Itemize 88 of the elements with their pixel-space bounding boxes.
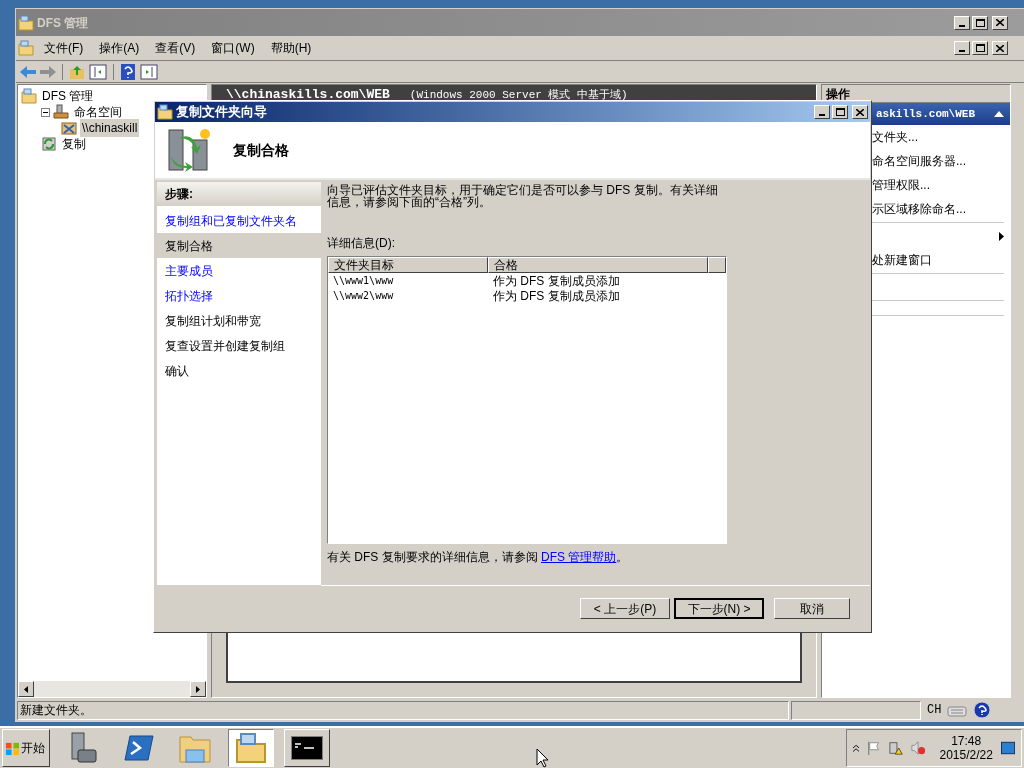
step-item: 复制组计划和带宽 — [164, 312, 262, 330]
actions-section-title: askills.com\WEB — [876, 106, 977, 122]
maximize-button[interactable] — [972, 41, 988, 55]
action-item[interactable]: 文件夹... — [872, 128, 918, 146]
wizard-button[interactable]: 下一步(N) > — [674, 598, 764, 619]
close-button[interactable] — [992, 15, 1008, 30]
action-pane-icon[interactable] — [140, 62, 158, 81]
menu-item[interactable]: 窗口(W) — [205, 39, 261, 57]
maximize-button[interactable] — [972, 15, 988, 30]
app-icon — [18, 40, 34, 56]
minimize-button[interactable] — [954, 41, 970, 55]
list-cell-text: 作为 DFS 复制成员添加 — [492, 272, 621, 290]
show-desktop-icon[interactable] — [1000, 741, 1015, 755]
show-pane-icon[interactable] — [89, 62, 107, 81]
minimize-button[interactable] — [814, 105, 830, 119]
folder-icon — [179, 733, 211, 763]
language-indicator[interactable]: CH — [927, 701, 942, 719]
step-item[interactable]: 拓扑选择 — [157, 283, 321, 308]
description: 向导已评估文件夹目标，用于确定它们是否可以参与 DFS 复制。有关详细信息，请参阅下面的“合格”列。 — [327, 184, 719, 208]
network-warning-icon[interactable] — [889, 740, 904, 756]
step-item[interactable]: 主要成员 — [157, 258, 321, 283]
help-text: 有关 DFS 复制要求的详细信息，请参阅 DFS 管理帮助。 — [327, 549, 630, 566]
help-icon[interactable] — [120, 62, 136, 81]
right-arrow-icon — [196, 685, 200, 693]
collapse-icon[interactable] — [994, 111, 1004, 117]
muted-speaker-icon[interactable] — [911, 740, 926, 756]
step-item: 确认 — [164, 362, 190, 380]
app-icon — [157, 104, 173, 120]
steps-title: 步骤: — [165, 186, 193, 203]
close-icon — [856, 108, 864, 116]
wizard-button[interactable]: 取消 — [774, 598, 850, 619]
column-header[interactable]: 文件夹目标 — [328, 257, 488, 273]
terminal-icon — [291, 736, 323, 760]
step-item: 复制合格 — [157, 233, 321, 258]
action-item[interactable]: 示区域移除命名... — [872, 200, 966, 218]
status-text: 新建文件夹。 — [20, 702, 92, 719]
submenu-arrow-icon[interactable] — [999, 231, 1004, 241]
list-cell-text: \\www2\www — [332, 289, 395, 303]
help-link[interactable]: DFS 管理帮助 — [541, 550, 617, 564]
wizard-button[interactable]: < 上一步(P) — [580, 598, 670, 619]
folders-icon — [235, 732, 267, 764]
tree-item[interactable]: 复制 — [60, 135, 88, 153]
tree-item[interactable]: \\chinaskill — [80, 119, 140, 137]
action-item[interactable]: 命名空间服务器... — [872, 152, 966, 170]
windows-logo-icon — [5, 740, 20, 756]
maximize-button[interactable] — [832, 105, 848, 119]
list-cell-text: \\www1\www — [332, 274, 395, 288]
column-header[interactable]: 合格 — [488, 257, 708, 273]
server-toolbox-icon — [68, 732, 98, 764]
action-item[interactable]: 管理权限... — [872, 176, 930, 194]
dialog-title: 复制文件夹向导 — [176, 103, 268, 122]
server-sync-icon — [165, 126, 213, 174]
close-button[interactable] — [852, 105, 868, 119]
close-button[interactable] — [992, 41, 1008, 55]
step-item: 复查设置并创建复制组 — [164, 337, 286, 355]
tree-item[interactable]: DFS 管理 — [40, 87, 96, 105]
flag-icon[interactable] — [867, 740, 882, 756]
close-icon — [996, 44, 1004, 52]
server-folder-icon — [53, 104, 69, 120]
help-icon[interactable] — [973, 701, 992, 719]
sync-icon — [41, 136, 57, 152]
start-button[interactable]: 开始 — [2, 729, 50, 767]
close-icon — [996, 19, 1004, 26]
namespace-path: \\chinaskills.com\WEB — [226, 86, 390, 105]
menu-item[interactable]: 操作(A) — [93, 39, 146, 57]
details-label: 详细信息(D): — [327, 235, 396, 252]
namespace-mode: (Windows 2000 Server 模式 中基于域) — [409, 87, 628, 103]
horizontal-scrollbar[interactable] — [18, 681, 206, 697]
clock-time: 17:48 — [951, 734, 982, 748]
menu-item[interactable]: 帮助(H) — [264, 39, 318, 57]
tree-item[interactable]: 命名空间 — [72, 103, 124, 121]
window-title: DFS 管理 — [37, 14, 90, 32]
step-item[interactable]: 复制组和已复制文件夹名 — [157, 208, 321, 233]
action-item[interactable]: 处新建窗口 — [872, 251, 932, 269]
actions-title: 操作 — [826, 85, 850, 103]
list-cell-text: 作为 DFS 复制成员添加 — [492, 287, 621, 305]
chevron-up-icon[interactable] — [853, 744, 860, 752]
share-icon — [61, 120, 77, 136]
wizard-heading: 复制合格 — [233, 140, 289, 160]
collapse-toggle[interactable] — [41, 107, 50, 117]
clock-date: 2015/2/22 — [939, 748, 993, 762]
folders-icon — [21, 88, 37, 104]
minimize-button[interactable] — [954, 15, 970, 30]
menu-item[interactable]: 查看(V) — [149, 39, 202, 57]
app-icon — [18, 14, 34, 31]
menu-item[interactable]: 文件(F) — [38, 39, 90, 57]
powershell-icon — [124, 735, 154, 761]
left-arrow-icon — [24, 685, 28, 693]
